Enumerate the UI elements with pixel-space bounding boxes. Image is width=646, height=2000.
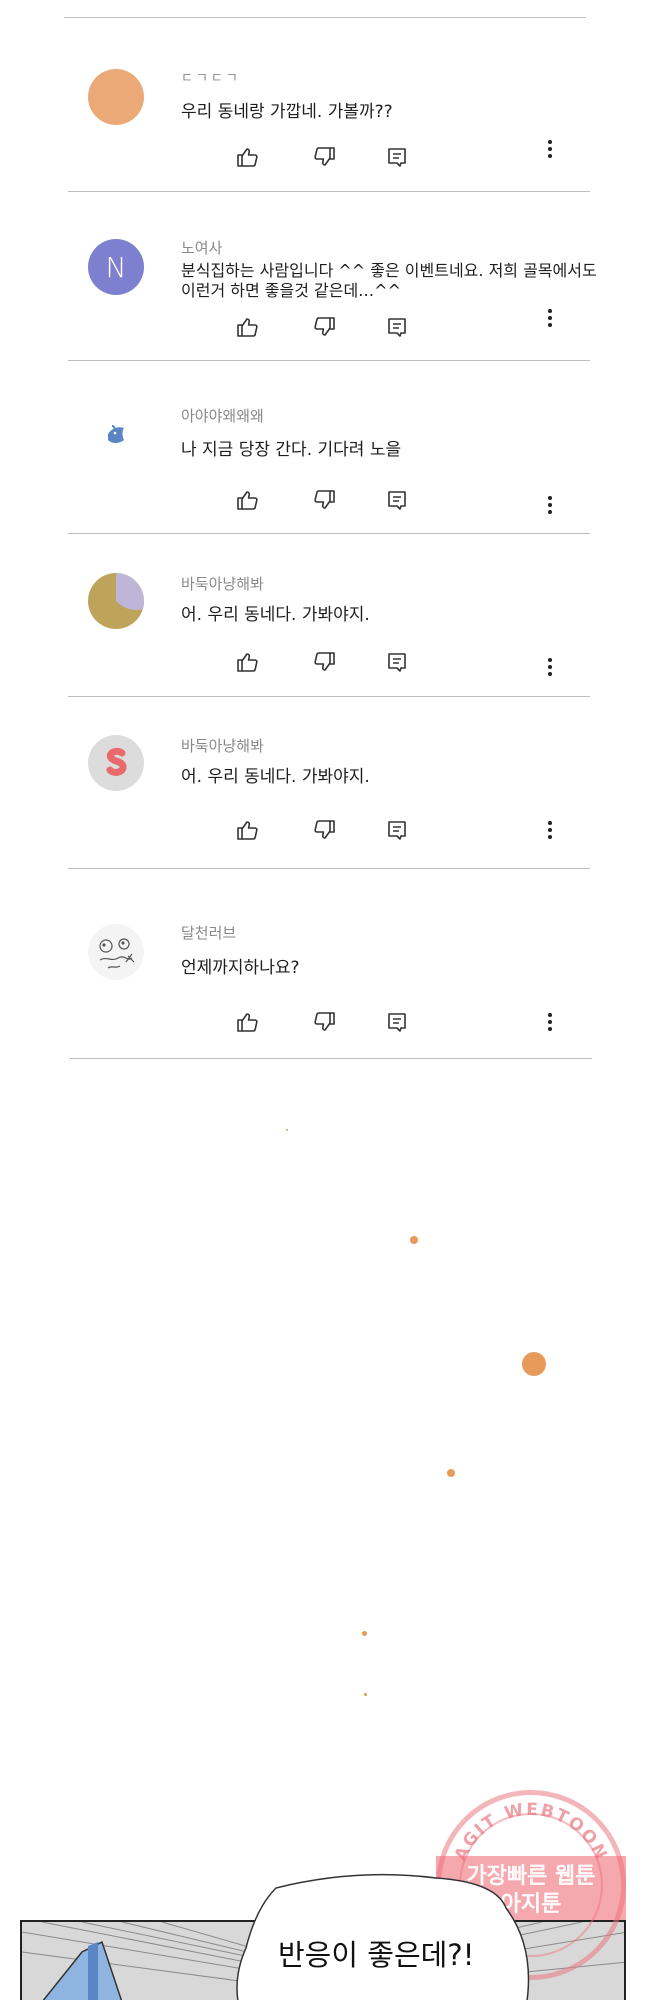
avatar[interactable] xyxy=(88,735,144,791)
comment-username[interactable]: ㄷㄱㄷㄱ xyxy=(181,67,241,86)
more-vertical-icon[interactable] xyxy=(544,1010,556,1036)
comment-actions xyxy=(168,817,406,843)
svg-text:AGIT WEBTOON: AGIT WEBTOON xyxy=(451,1800,611,1864)
comment-actions xyxy=(168,649,406,675)
decorative-dot xyxy=(286,1129,288,1131)
comment-item: ㄷㄱㄷㄱ 우리 동네랑 가깝네. 가볼까?? xyxy=(68,17,608,191)
comment-actions xyxy=(168,314,406,340)
comment-actions xyxy=(168,487,406,513)
avatar[interactable] xyxy=(88,924,144,980)
decorative-dot xyxy=(362,1631,367,1636)
decorative-dot xyxy=(522,1352,546,1376)
avatar-letter: N xyxy=(105,250,127,284)
more-vertical-icon[interactable] xyxy=(544,137,556,163)
reply-icon[interactable] xyxy=(384,144,410,170)
thumbs-down-icon[interactable] xyxy=(312,314,338,340)
comment-text: 분식집하는 사람입니다 ^^ 좋은 이벤트네요. 저희 골목에서도 xyxy=(181,261,597,280)
comment-text: 우리 동네랑 가깝네. 가볼까?? xyxy=(181,102,393,122)
avatar[interactable] xyxy=(88,406,144,462)
comment-username[interactable]: 노여사 xyxy=(181,237,222,258)
avatar[interactable]: N xyxy=(88,239,144,295)
comment-username[interactable]: 아야야왜왜왜 xyxy=(181,405,264,426)
reply-icon[interactable] xyxy=(384,649,410,675)
squiggle-avatar-icon xyxy=(106,747,127,776)
pie-avatar-icon xyxy=(116,573,144,610)
thumbs-up-icon[interactable] xyxy=(234,144,260,170)
thumbs-down-icon[interactable] xyxy=(312,1009,338,1035)
comment-item: 아야야왜왜왜 나 지금 당장 간다. 기다려 노을 xyxy=(68,360,608,533)
comment-username[interactable]: 바둑아냥해봐 xyxy=(181,735,264,756)
thumbs-up-icon[interactable] xyxy=(234,817,260,843)
decorative-dot xyxy=(364,1693,367,1696)
more-vertical-icon[interactable] xyxy=(544,306,556,332)
watermark-arc-text: AGIT WEBTOON xyxy=(451,1800,609,1864)
comment-username[interactable]: 달천러브 xyxy=(181,922,236,943)
comment-actions xyxy=(168,144,406,170)
reply-icon[interactable] xyxy=(384,1009,410,1035)
decorative-dot xyxy=(447,1469,455,1477)
comment-divider xyxy=(70,1058,592,1059)
comment-text: 나 지금 당장 간다. 기다려 노을 xyxy=(181,440,402,460)
more-vertical-icon[interactable] xyxy=(544,818,556,844)
doodle-avatar-icon xyxy=(99,938,135,969)
decorative-dot xyxy=(410,1236,418,1244)
avatar[interactable] xyxy=(88,573,144,629)
comment-item: 바둑아냥해봐 어. 우리 동네다. 가봐야지. xyxy=(68,696,608,868)
reply-icon[interactable] xyxy=(384,314,410,340)
comment-text: 어. 우리 동네다. 가봐야지. xyxy=(181,767,370,787)
comment-text: 언제까지하나요? xyxy=(181,958,300,978)
bird-icon xyxy=(108,425,124,443)
speech-bubble-text: 반응이 좋은데?! xyxy=(278,1938,475,1972)
thumbs-down-icon[interactable] xyxy=(312,144,338,170)
comment-text: 어. 우리 동네다. 가봐야지. xyxy=(181,605,370,625)
thumbs-up-icon[interactable] xyxy=(234,649,260,675)
reply-icon[interactable] xyxy=(384,487,410,513)
comment-actions xyxy=(168,1009,406,1035)
more-vertical-icon[interactable] xyxy=(544,655,556,681)
comment-username[interactable]: 바둑아냥해봐 xyxy=(181,573,264,594)
reply-icon[interactable] xyxy=(384,817,410,843)
comment-item: N 노여사 분식집하는 사람입니다 ^^ 좋은 이벤트네요. 저희 골목에서도 … xyxy=(68,191,608,360)
thumbs-up-icon[interactable] xyxy=(234,314,260,340)
thumbs-up-icon[interactable] xyxy=(234,487,260,513)
thumbs-up-icon[interactable] xyxy=(234,1009,260,1035)
comment-item: 달천러브 언제까지하나요? xyxy=(68,868,608,1058)
thumbs-down-icon[interactable] xyxy=(312,649,338,675)
comment-text: 이런거 하면 좋을것 같은데…^^ xyxy=(181,281,401,300)
avatar[interactable] xyxy=(88,69,144,125)
thumbs-down-icon[interactable] xyxy=(312,817,338,843)
thumbs-down-icon[interactable] xyxy=(312,487,338,513)
more-vertical-icon[interactable] xyxy=(544,493,556,519)
comment-item: 바둑아냥해봐 어. 우리 동네다. 가봐야지. xyxy=(68,533,608,696)
